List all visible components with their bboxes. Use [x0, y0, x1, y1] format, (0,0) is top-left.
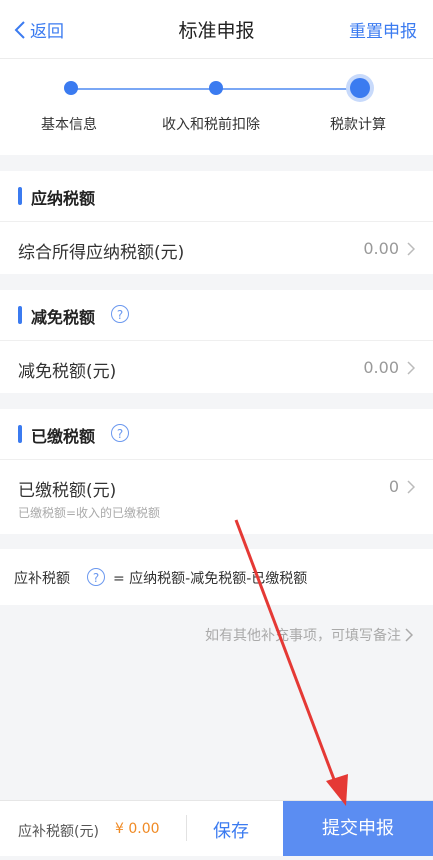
section-accent-bar — [18, 425, 22, 443]
formula-expression: = 应纳税额-减免税额-已缴税额 — [113, 571, 308, 587]
bottom-action-bar: 应补税额(元) ¥ 0.00 保存 提交申报 — [0, 800, 433, 856]
section-title-paid: 已缴税额 — [31, 427, 96, 446]
top-nav-bar: 返回 标准申报 重置申报 — [0, 0, 433, 59]
chevron-right-icon — [405, 628, 413, 642]
section-accent-bar — [18, 187, 22, 205]
row-comprehensive-income-payable[interactable]: 综合所得应纳税额(元) 0.00 — [0, 222, 433, 274]
row-tax-paid[interactable]: 已缴税额(元) 0 已缴税额=收入的已缴税额 — [0, 460, 433, 534]
chevron-right-icon — [407, 361, 415, 375]
question-circle-icon[interactable]: ? — [87, 568, 105, 586]
step-label-income-deduction: 收入和税前扣除 — [162, 117, 260, 133]
row-value: 0.00 — [363, 239, 399, 258]
step-label-tax-calculation: 税款计算 — [330, 117, 386, 133]
row-value: 0 — [388, 477, 399, 496]
step-label-basic-info: 基本信息 — [41, 117, 97, 133]
question-circle-icon[interactable]: ? — [111, 424, 129, 442]
row-label: 减免税额(元) — [18, 362, 117, 382]
step-connector — [71, 88, 216, 90]
step-dot-tax-calculation — [350, 78, 370, 98]
reset-declaration-button[interactable]: 重置申报 — [349, 17, 417, 42]
divider — [186, 815, 187, 841]
question-circle-icon[interactable]: ? — [111, 305, 129, 323]
row-sub-note: 已缴税额=收入的已缴税额 — [18, 506, 161, 520]
formula-label: 应补税额 — [14, 571, 70, 587]
section-header-reduction: 减免税额 ? — [0, 290, 433, 341]
amount-label: 应补税额(元) — [18, 824, 99, 840]
row-label: 综合所得应纳税额(元) — [18, 243, 185, 263]
chevron-right-icon — [407, 242, 415, 256]
step-dot-basic-info — [64, 81, 78, 95]
step-connector — [216, 88, 360, 90]
submit-declaration-button[interactable]: 提交申报 — [283, 801, 433, 856]
formula-row: 应补税额 ? = 应纳税额-减免税额-已缴税额 — [0, 549, 433, 605]
section-header-paid: 已缴税额 ? — [0, 409, 433, 460]
progress-stepper: 基本信息 收入和税前扣除 税款计算 — [0, 59, 433, 155]
amount-value: ¥ 0.00 — [115, 821, 160, 837]
row-tax-reduction[interactable]: 减免税额(元) 0.00 — [0, 341, 433, 393]
step-dot-income-deduction — [209, 81, 223, 95]
section-title-payable: 应纳税额 — [31, 189, 96, 208]
section-accent-bar — [18, 306, 22, 324]
remark-link[interactable]: 如有其他补充事项，可填写备注 — [205, 625, 413, 645]
section-header-payable: 应纳税额 — [0, 171, 433, 222]
row-value: 0.00 — [363, 358, 399, 377]
remark-label: 如有其他补充事项，可填写备注 — [205, 628, 401, 644]
save-button[interactable]: 保存 — [213, 817, 249, 843]
section-title-reduction: 减免税额 — [31, 308, 96, 327]
row-label: 已缴税额(元) — [18, 481, 117, 501]
chevron-right-icon — [407, 480, 415, 494]
